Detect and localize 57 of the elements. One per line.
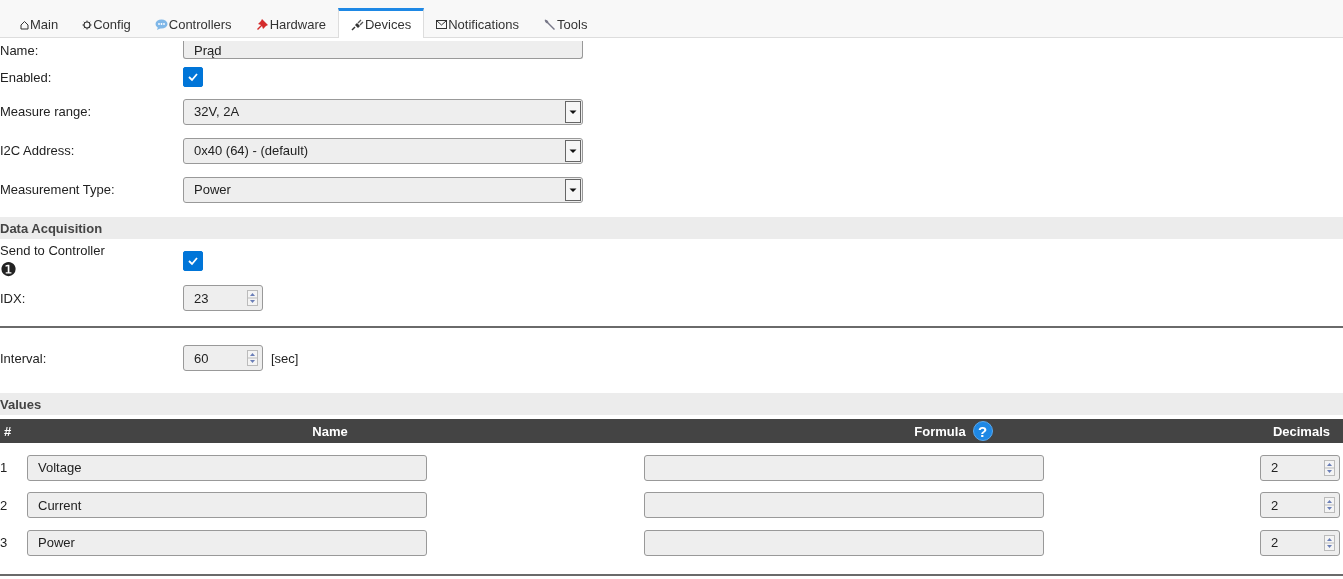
column-header: Name — [312, 423, 348, 439]
spinner-arrows-icon[interactable] — [247, 290, 258, 306]
checkmark-icon — [187, 256, 199, 266]
text-field[interactable]: Current — [27, 492, 427, 519]
number-field[interactable]: 2 — [1260, 454, 1340, 481]
column-header: Decimals — [1272, 423, 1330, 439]
tab[interactable]: Main — [8, 9, 71, 37]
section-header: Values — [0, 393, 1343, 415]
tab[interactable]: Controllers — [142, 9, 244, 37]
formula-field[interactable] — [644, 454, 1044, 481]
spinner-arrows-icon[interactable] — [1324, 534, 1335, 551]
field-label: Interval: — [0, 350, 47, 366]
row-number: 2 — [0, 497, 9, 513]
dropdown[interactable]: 32V, 2A — [183, 98, 583, 125]
section-header: Data Acquisition — [0, 217, 1343, 239]
plug-icon — [351, 18, 364, 31]
gear-icon — [82, 19, 93, 30]
dropdown[interactable]: 0x40 (64) - (default) — [183, 137, 583, 164]
field-label: Measurement Type: — [0, 182, 115, 197]
field-label: Send to Controller — [0, 243, 106, 258]
number-field[interactable]: 2 — [1260, 529, 1340, 556]
spinner-arrows-icon[interactable] — [247, 350, 258, 366]
field-label: I2C Address: — [0, 143, 75, 158]
unit-label: [sec] — [271, 350, 299, 366]
row-number: 3 — [0, 535, 9, 551]
checkmark-icon — [187, 72, 199, 82]
spinner-arrows-icon[interactable] — [1324, 459, 1335, 476]
row-number: 1 — [0, 460, 9, 476]
envelope-icon — [436, 20, 448, 29]
column-header: # — [4, 423, 12, 439]
formula-field[interactable] — [644, 492, 1044, 519]
field-label: Enabled: — [0, 69, 52, 85]
text-field[interactable]: Prąd — [183, 41, 583, 59]
help-icon[interactable]: ? — [972, 421, 993, 441]
number-field[interactable]: 23 — [183, 285, 263, 311]
checkbox[interactable] — [183, 251, 203, 271]
pushpin-icon — [255, 18, 269, 31]
tab[interactable]: Tools — [531, 9, 600, 37]
tab[interactable]: Devices — [338, 8, 425, 38]
number-field[interactable]: 2 — [1260, 492, 1340, 519]
formula-field[interactable] — [644, 529, 1044, 556]
field-label: Name: — [0, 42, 39, 58]
spinner-arrows-icon[interactable] — [1324, 497, 1335, 514]
home-icon — [20, 19, 29, 30]
tab[interactable]: Config — [70, 9, 143, 37]
dropdown[interactable]: Power — [183, 176, 583, 203]
note-marker: ❶ — [0, 260, 17, 279]
tab[interactable]: Notifications — [424, 9, 532, 37]
field-label: Measure range: — [0, 104, 92, 119]
number-field[interactable]: 60 — [183, 345, 263, 371]
column-header: Formula — [914, 423, 966, 439]
tab[interactable]: Hardware — [243, 9, 338, 37]
speech-bubble-icon — [154, 19, 168, 30]
checkbox[interactable] — [183, 67, 203, 87]
field-label: IDX: — [0, 290, 26, 306]
text-field[interactable]: Power — [27, 529, 427, 556]
text-field[interactable]: Voltage — [27, 454, 427, 481]
